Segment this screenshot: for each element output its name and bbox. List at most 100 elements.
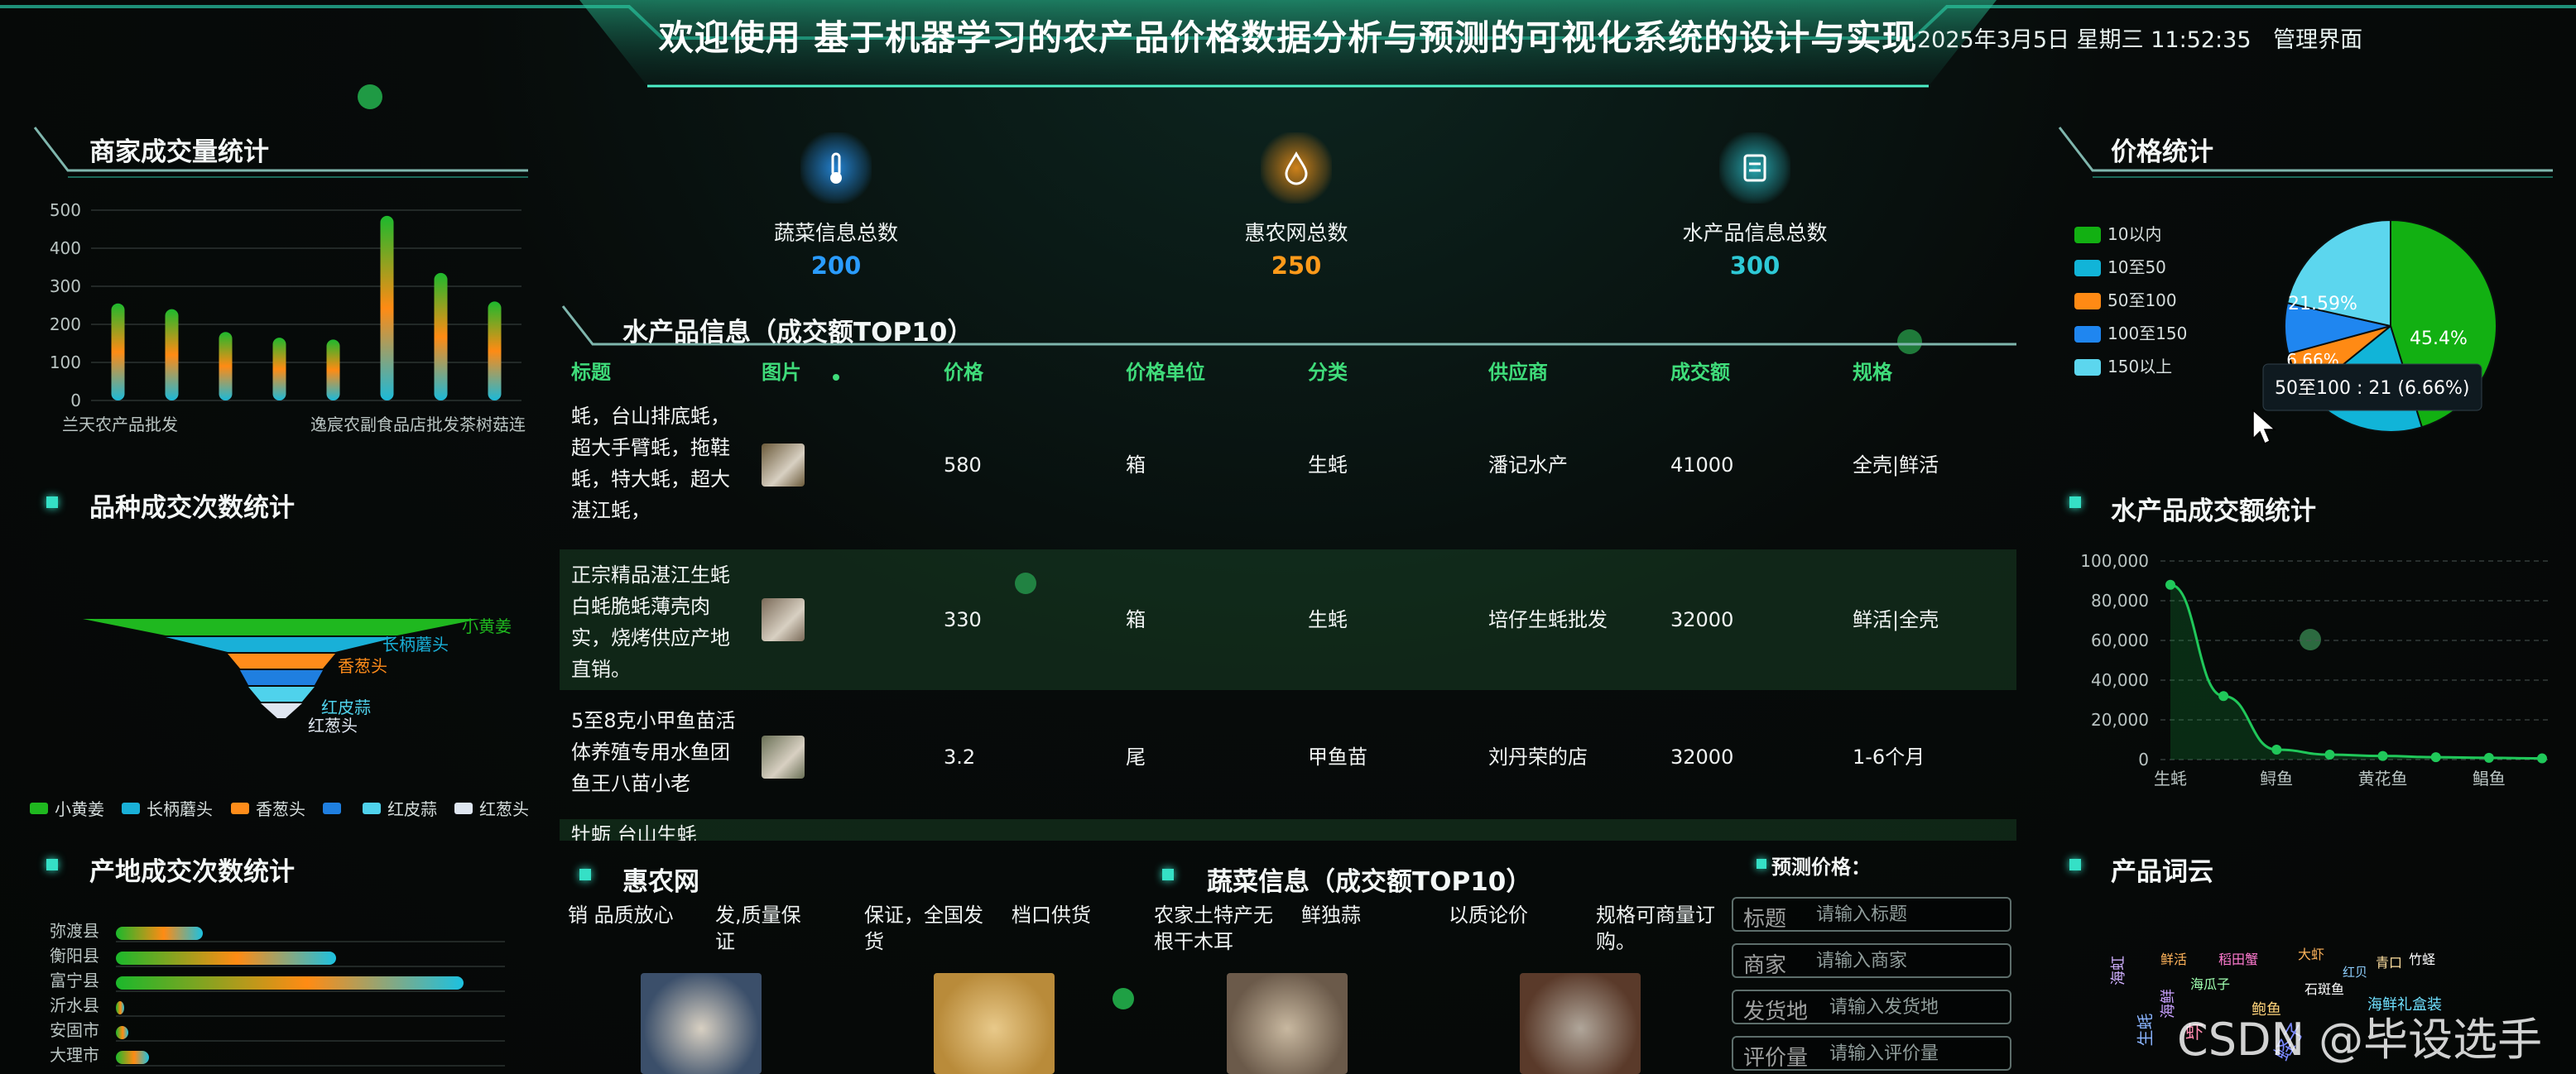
product-thumbnail[interactable] (762, 444, 805, 487)
bar (165, 309, 179, 400)
watermark: CSDN @毕设选手 (2177, 1014, 2543, 1066)
product-photo[interactable] (934, 973, 1055, 1074)
huinong-card-text: 保证，全国发货 (864, 902, 983, 955)
tooltip-text: 50至100 : 21 (6.66%) (2275, 378, 2469, 399)
product-thumbnail[interactable] (762, 598, 805, 641)
decor-dot (1113, 988, 1134, 1009)
huinong-card-text: 发,质量保证 (715, 902, 801, 955)
y-tick-label: 500 (50, 200, 81, 220)
cell-amount: 32000 (1670, 746, 1734, 769)
cell-category: 生蚝 (1308, 608, 1348, 631)
predict-field-box (1732, 943, 2011, 978)
card-text-line: 货 (864, 930, 884, 953)
stat-value: 300 (1729, 252, 1781, 280)
data-point (2324, 750, 2335, 760)
bar (116, 927, 203, 940)
clipboard-icon-glyph (1743, 154, 1766, 182)
cell-price: 580 (944, 453, 982, 477)
bar (380, 215, 394, 400)
veg-card-text: 以质论价 (1449, 902, 1528, 928)
legend-swatch (2074, 326, 2101, 343)
y-tick-label: 400 (50, 238, 81, 258)
y-tick-label: 300 (50, 276, 81, 296)
thermometer-icon-glyph (830, 152, 842, 184)
category-label: 弥渡县 (50, 921, 99, 941)
cell-title-line: 实，烧烤供应产地 (571, 626, 730, 650)
predict-input-1[interactable] (1808, 945, 2010, 976)
data-point (2271, 745, 2282, 755)
clipboard-shape (1743, 154, 1766, 182)
x-tick-label: 逸宸农副食品店批发茶树菇连 (310, 415, 526, 434)
price-stats-title: 价格统计 (2111, 137, 2213, 167)
cell-category: 甲鱼苗 (1308, 746, 1367, 769)
cell-spec: 鲜活|全壳 (1853, 608, 1939, 631)
cloud-word: 稻田蟹 (2218, 952, 2259, 967)
cell-title-line: 超大手臂蚝，拖鞋 (571, 436, 730, 459)
section-marker (46, 859, 58, 870)
cell-unit: 尾 (1126, 746, 1146, 769)
thermometer-icon (800, 132, 872, 204)
product-thumbnail[interactable] (762, 736, 805, 779)
table-header: 价格单位 (1126, 361, 1205, 384)
pie-label: 21.59% (2288, 294, 2357, 314)
x-tick-label: 黄花鱼 (2358, 769, 2408, 789)
card-text-line: 根干木耳 (1154, 930, 1233, 953)
aquatic-amount-line-chart: 0 20,000 40,000 60,000 80,000 100,000 生蚝 鲟鱼 黄花鱼 鲳… (2080, 551, 2550, 789)
card-text-line: 证 (715, 930, 735, 953)
droplet-shape (1285, 151, 1308, 185)
cloud-word: 海虹 (2110, 956, 2127, 985)
legend-label: 50至100 (2107, 290, 2177, 310)
predict-input-3[interactable] (1821, 1038, 2010, 1069)
product-photo[interactable] (1227, 973, 1348, 1074)
table-header: 规格 (1853, 361, 1892, 384)
legend-label: 150以上 (2107, 357, 2172, 376)
table-row: 蚝，台山排底蚝， 超大手臂蚝，拖鞋 蚝，特大蚝，超大 湛江蚝， 580 箱 生蚝 潘记水产 41… (560, 391, 2016, 539)
bar (111, 303, 125, 400)
thermometer-bulb (830, 172, 842, 184)
bar (219, 332, 233, 400)
y-tick-label: 100 (50, 352, 81, 372)
y-tick-label: 0 (70, 391, 81, 410)
cell-title-line: 体养殖专用水鱼团 (571, 741, 730, 764)
x-tick-label: 兰天农产品批发 (62, 415, 178, 434)
predict-input-2[interactable] (1821, 991, 2010, 1023)
legend-swatch (454, 803, 473, 814)
aquatic-table: 标题 图片 价格 价格单位 分类 供应商 成交额 规格 蚝，台山排底蚝， 超大手臂蚝，拖鞋 蚝，特大… (560, 356, 2016, 841)
product-photo[interactable] (1520, 973, 1641, 1074)
cell-title-line: 白蚝脆蚝薄壳肉 (571, 595, 710, 618)
cloud-word: 石斑鱼 (2304, 981, 2345, 997)
card-text-line: 销 品质放心 (568, 904, 674, 927)
droplet-icon-glyph (1285, 151, 1308, 185)
bar (116, 1001, 124, 1014)
bar (116, 1026, 128, 1039)
cell-spec: 1-6个月 (1853, 746, 1925, 769)
line-area (2170, 584, 2542, 760)
aquatic-top10-title: 水产品信息（成交额TOP10） (622, 318, 973, 348)
card-text-line: 鲜独蒜 (1301, 904, 1361, 927)
stat-card: 水产品信息总数 300 (1631, 132, 1879, 280)
stat-card: 蔬菜信息总数 200 (712, 132, 960, 280)
funnel-label: 长柄蘑头 (382, 635, 449, 654)
cloud-word: 海瓜子 (2190, 976, 2231, 992)
table-row: 5至8克小甲鱼苗活 体养殖专用水鱼团 鱼王八苗小老 3.2 尾 甲鱼苗 刘丹荣的店 32000… (560, 695, 2016, 819)
predict-input-0[interactable] (1808, 899, 2010, 930)
cell-title-line: 牡蛎 台山生蚝 (571, 823, 697, 841)
predict-field-box (1732, 1036, 2011, 1071)
cell-supplier: 潘记水产 (1488, 453, 1568, 477)
section-marker (46, 496, 58, 508)
legend-label: 小黄姜 (55, 799, 104, 819)
legend-swatch (363, 803, 381, 814)
admin-link[interactable]: 管理界面 (2273, 27, 2362, 53)
section-marker (1162, 869, 1174, 880)
x-tick-label: 生蚝 (2154, 769, 2187, 789)
variety-count-title: 品种成交次数统计 (89, 493, 295, 523)
stat-label: 惠农网总数 (1244, 221, 1348, 245)
legend-label: 100至150 (2107, 324, 2187, 343)
funnel-label: 红葱头 (308, 716, 358, 736)
merchant-volume-title: 商家成交量统计 (89, 137, 269, 167)
table-header: 标题 (571, 361, 611, 384)
product-photo[interactable] (641, 973, 762, 1074)
section-marker (2069, 496, 2081, 508)
cell-title: 牡蛎 台山生蚝 (571, 819, 745, 841)
cell-title: 5至8克小甲鱼苗活 体养殖专用水鱼团 鱼王八苗小老 (571, 705, 745, 799)
